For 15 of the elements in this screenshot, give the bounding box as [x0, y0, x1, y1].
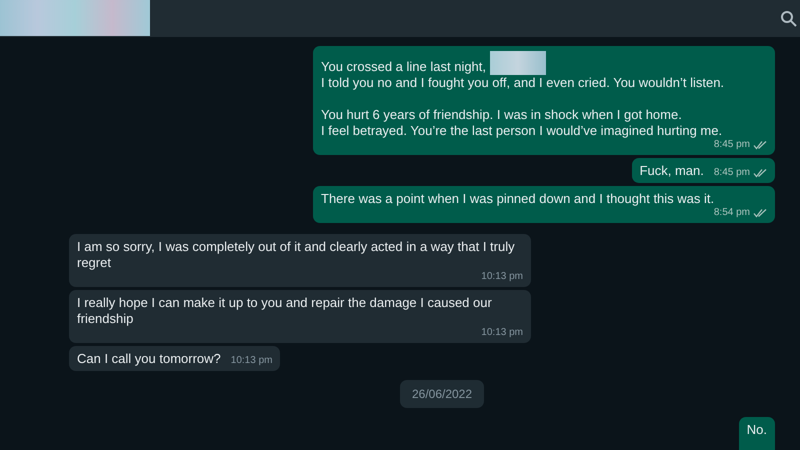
message-text: I am so sorry, I was completely out of it and clearly acted in a way that I truly regret: [77, 239, 516, 271]
message-time: 10:13 pm: [481, 327, 523, 339]
message-time: 10:13 pm: [481, 271, 523, 283]
search-icon[interactable]: [780, 10, 798, 28]
message-text: No.: [746, 422, 767, 438]
message-text: There was a point when I was pinned down and I thought this was it.: [321, 191, 714, 207]
message-text: Fuck, man.: [640, 163, 704, 179]
redacted-block: [490, 51, 546, 75]
message-text: Can I call you tomorrow?: [77, 351, 221, 367]
message-text: You crossed a line last night, I told you no and I fought you off, and I even cried. You wouldn’t listen. You hurt 6 years of friendship. I was in shock when I got home. I feel betrayed. You’re the last person I would’ve imagined hurting me.: [321, 51, 724, 139]
message-time: 8:45 pm: [714, 167, 750, 179]
message-text: I really hope I can make it up to you and repair the damage I caused our friendship: [77, 295, 493, 327]
message-time: 8:54 pm: [714, 207, 750, 219]
message-time: 10:13 pm: [230, 355, 272, 367]
message-time: 8:45 pm: [714, 139, 750, 151]
